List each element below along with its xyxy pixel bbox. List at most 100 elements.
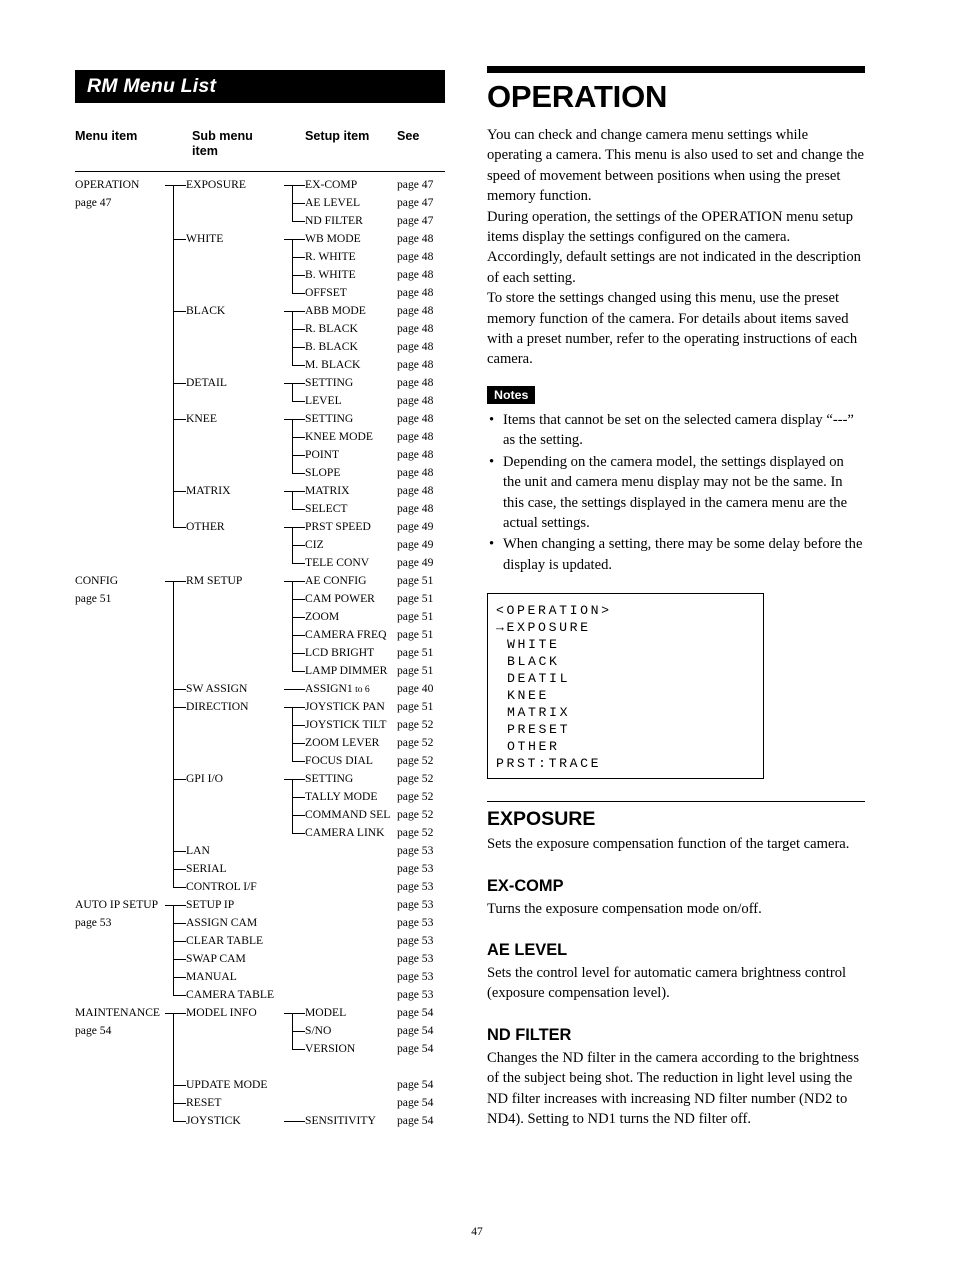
tree-connector [292,428,293,446]
tree-connector [292,833,305,834]
tree-setup-item: MATRIX [305,484,350,497]
tree-connector [292,662,293,671]
tree-connector [173,887,186,888]
lcd-preview: <OPERATION> →EXPOSURE WHITE BLACK DEATIL KN… [487,593,764,780]
tree-see-reference: page 48 [397,466,434,479]
tree-connector [292,644,293,662]
tree-connector [284,185,305,186]
tree-connector [292,500,293,509]
intro-paragraph: To store the settings changed using this… [487,290,858,368]
lcd-menu-line: PRESET [507,722,571,738]
lcd-header-line: <OPERATION> [496,603,612,619]
tree-see-reference: page 53 [397,934,434,947]
tree-row: page 51 CAM POWER page 51 [75,590,445,608]
tree-connector [292,419,293,428]
tree-row: CONTROL I/F page 53 [75,878,445,896]
tree-sub-menu-item: EXPOSURE [186,178,246,191]
tree-sub-menu-item: OTHER [186,520,225,533]
column-header-setup-item: Setup item [305,129,370,143]
tree-connector [292,203,305,204]
tree-see-reference: page 52 [397,790,434,803]
tree-setup-item: WB MODE [305,232,361,245]
tree-see-reference: page 51 [397,610,434,623]
tree-connector [173,338,174,356]
tree-row: LCD BRIGHT page 51 [75,644,445,662]
tree-see-reference: page 48 [397,268,434,281]
tree-see-reference: page 51 [397,628,434,641]
tree-see-reference: page 54 [397,1078,434,1091]
tree-setup-item: COMMAND SEL [305,808,391,821]
tree-see-reference: page 48 [397,430,434,443]
tree-connector [173,374,174,392]
tree-see-reference: page 48 [397,232,434,245]
tree-row: SWAP CAM page 53 [75,950,445,968]
tree-connector [292,311,293,320]
tree-sub-menu-item: UPDATE MODE [186,1078,268,1091]
lcd-menu-line: WHITE [507,637,560,653]
tree-connector [292,473,305,474]
tree-connector [292,671,305,672]
tree-setup-item: R. WHITE [305,250,356,263]
tree-connector [292,554,293,563]
tree-connector [173,248,174,266]
tree-setup-item: MODEL [305,1006,347,1019]
tree-connector [292,383,293,392]
tree-connector [173,977,186,978]
tree-see-reference: page 47 [397,196,434,209]
tree-setup-item: M. BLACK [305,358,361,371]
tree-connector [173,707,186,708]
tree-connector [292,275,305,276]
tree-connector [284,1013,305,1014]
tree-setup-item: TELE CONV [305,556,370,569]
tree-connector [173,689,186,690]
tree-menu-item: page 51 [75,592,112,605]
tree-connector [292,185,293,194]
tree-connector [292,608,293,626]
tree-menu-item: page 47 [75,196,112,209]
tree-see-reference: page 53 [397,952,434,965]
tree-connector [173,356,174,374]
tree-row: DIRECTION JOYSTICK PAN page 51 [75,698,445,716]
tree-connector [173,626,174,644]
tree-see-reference: page 51 [397,700,434,713]
intro-paragraph: During operation, the settings of the OP… [487,208,854,246]
tree-see-reference: page 48 [397,502,434,515]
tree-row: R. WHITE page 48 [75,248,445,266]
tree-connector [292,356,293,365]
tree-sub-menu-item: RESET [186,1096,222,1109]
tree-row: SERIAL page 53 [75,860,445,878]
tree-connector [292,635,305,636]
tree-connector [173,734,174,752]
section-heading: EXPOSURE [487,808,596,831]
tree-connector [292,338,293,356]
tree-see-reference: page 53 [397,916,434,929]
section-body: Sets the exposure compensation function … [487,836,850,853]
section-heading: AE LEVEL [487,940,568,959]
tree-connector [292,221,305,222]
column-header-menu-item: Menu item [75,129,138,143]
tree-setup-item: R. BLACK [305,322,358,335]
tree-connector [173,968,174,986]
tree-connector [173,851,186,852]
tree-connector [173,428,174,446]
tree-connector [173,1094,174,1112]
tree-connector [292,788,293,806]
tree-setup-item: SETTING [305,376,354,389]
tree-see-reference: page 47 [397,178,434,191]
tree-connector [292,779,293,788]
tree-connector [173,518,174,527]
tree-row: LAMP DIMMER page 51 [75,662,445,680]
tree-row: SW ASSIGN ASSIGN1 to 6 page 40 [75,680,445,698]
lcd-menu-line: BLACK [507,654,560,670]
tree-connector [292,293,305,294]
tree-connector [292,329,305,330]
tree-see-reference: page 53 [397,898,434,911]
tree-row: AUTO IP SETUP SETUP IP page 53 [75,896,445,914]
tree-connector [173,320,174,338]
tree-row: CLEAR TABLE page 53 [75,932,445,950]
lcd-footer-line: PRST:TRACE [496,756,602,772]
column-header-sub-menu-item-line2: item [192,144,218,158]
tree-row: R. BLACK page 48 [75,320,445,338]
tree-sub-menu-item: SW ASSIGN [186,682,248,695]
tree-setup-item: ZOOM LEVER [305,736,380,749]
